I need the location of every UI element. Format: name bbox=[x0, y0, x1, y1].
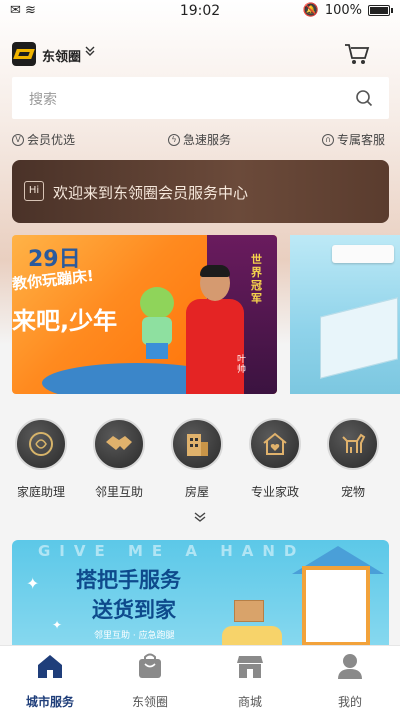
category-neighbor-help[interactable]: 邻里互助 bbox=[80, 418, 158, 500]
carousel-banner-next[interactable] bbox=[290, 235, 400, 394]
promo-title: 搭把手服务 bbox=[76, 568, 181, 592]
promo-banner-delivery[interactable]: GIVE ME A HAND ✦ ✦ ✦ 搭把手服务 送货到家 邻里互助 · 应… bbox=[12, 540, 389, 646]
chevron-down-icon[interactable] bbox=[84, 44, 96, 58]
category-housekeeping[interactable]: 专业家政 bbox=[236, 418, 314, 500]
v-badge-icon: V bbox=[12, 133, 24, 146]
tab-label: 城市服务 bbox=[25, 695, 74, 709]
athlete-photo bbox=[184, 265, 244, 394]
store-icon bbox=[237, 656, 263, 678]
status-bar: ✉ ≋ 19:02 🔕 100% bbox=[0, 0, 400, 24]
air-conditioner-illustration bbox=[332, 245, 394, 263]
promo-watermark: GIVE ME A HAND bbox=[38, 542, 306, 560]
building-icon bbox=[171, 418, 223, 470]
house-door-illustration bbox=[302, 566, 370, 646]
user-icon bbox=[338, 654, 362, 679]
search-bar[interactable]: 搜索 bbox=[12, 77, 389, 119]
house-heart-icon bbox=[249, 418, 301, 470]
promo-tagline: 邻里互助 · 应急跑腿 bbox=[94, 631, 175, 641]
category-label: 房屋 bbox=[184, 485, 209, 499]
search-icon[interactable] bbox=[355, 89, 373, 107]
banner-slogan: 来吧,少年 bbox=[12, 307, 118, 335]
room-illustration bbox=[320, 297, 398, 379]
tab-mall[interactable]: 商城 bbox=[200, 652, 300, 710]
handshake-icon bbox=[93, 418, 145, 470]
delivery-scooter-illustration bbox=[222, 626, 282, 646]
category-label: 专业家政 bbox=[250, 485, 299, 499]
status-icons-right: 🔕 100% bbox=[302, 3, 393, 18]
app-logo bbox=[12, 42, 36, 66]
mute-icon: 🔕 bbox=[302, 3, 319, 18]
lightning-icon: ϟ bbox=[168, 133, 180, 146]
sparkle-icon: ✦ bbox=[26, 574, 40, 593]
parcel-illustration bbox=[234, 600, 264, 622]
feature-label: 专属客服 bbox=[337, 133, 386, 147]
family-assistant-icon bbox=[15, 418, 67, 470]
banner-headline: 教你玩蹦床! bbox=[12, 266, 95, 294]
tab-label: 东领圈 bbox=[131, 695, 168, 709]
search-input[interactable]: 搜索 bbox=[29, 89, 57, 109]
home-icon bbox=[38, 655, 62, 678]
promo-subtitle: 送货到家 bbox=[92, 598, 176, 622]
category-label: 宠物 bbox=[340, 485, 365, 499]
battery-icon bbox=[368, 5, 393, 16]
banner-vertical-title: 世界冠军 bbox=[251, 253, 262, 305]
feature-strip: V 会员优选 ϟ 急速服务 ∩ 专属客服 bbox=[0, 128, 400, 150]
banner-athlete-name: 叶帅 bbox=[237, 355, 247, 375]
welcome-banner[interactable]: Hi 欢迎来到东领圈会员服务中心 bbox=[12, 160, 389, 223]
expand-chevron-icon[interactable] bbox=[193, 512, 207, 522]
headset-icon: ∩ bbox=[322, 133, 334, 146]
category-pets[interactable]: 宠物 bbox=[314, 418, 392, 500]
bottom-tab-bar: 城市服务 东领圈 商城 我的 bbox=[0, 645, 400, 711]
tab-dongling[interactable]: 东领圈 bbox=[100, 652, 200, 710]
feature-dedicated-support: ∩ 专属客服 bbox=[322, 131, 385, 148]
cartoon-boy-illustration bbox=[132, 287, 182, 367]
carousel-banner-trampoline[interactable]: 29日 教你玩蹦床! 来吧,少年 世界冠军 叶帅 bbox=[12, 235, 277, 394]
feature-fast-service: ϟ 急速服务 bbox=[168, 131, 231, 148]
feature-member-select: V 会员优选 bbox=[12, 131, 75, 148]
category-label: 家庭助理 bbox=[16, 485, 65, 499]
bag-icon bbox=[139, 653, 161, 678]
cart-icon[interactable] bbox=[344, 42, 370, 66]
battery-percent: 100% bbox=[324, 3, 362, 18]
tab-city-services[interactable]: 城市服务 bbox=[0, 652, 100, 710]
feature-label: 会员优选 bbox=[27, 133, 76, 147]
hi-badge: Hi bbox=[24, 181, 44, 201]
tab-label: 商城 bbox=[237, 695, 262, 709]
sparkle-icon: ✦ bbox=[52, 618, 63, 632]
category-grid: 家庭助理 邻里互助 房屋 专业家政 宠物 bbox=[0, 418, 400, 504]
welcome-text: 欢迎来到东领圈会员服务中心 bbox=[53, 184, 249, 202]
dog-icon bbox=[327, 418, 379, 470]
feature-label: 急速服务 bbox=[183, 133, 232, 147]
category-label: 邻里互助 bbox=[94, 485, 143, 499]
category-housing[interactable]: 房屋 bbox=[158, 418, 236, 500]
top-bar: 东领圈 bbox=[0, 38, 400, 70]
city-selector-label[interactable]: 东领圈 bbox=[42, 46, 81, 65]
tab-label: 我的 bbox=[337, 695, 362, 709]
tab-profile[interactable]: 我的 bbox=[300, 652, 400, 710]
category-family-assistant[interactable]: 家庭助理 bbox=[2, 418, 80, 500]
